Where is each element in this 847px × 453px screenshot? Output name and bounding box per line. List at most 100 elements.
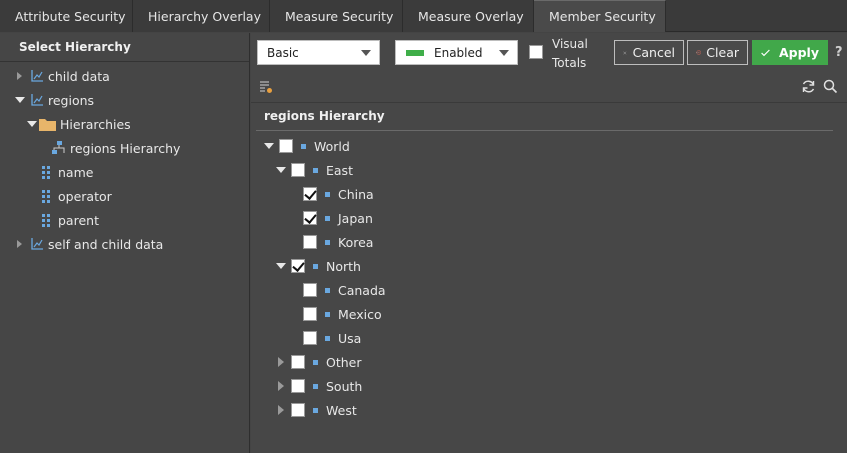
level-icon bbox=[42, 214, 50, 227]
state-select[interactable]: Enabled bbox=[395, 40, 518, 65]
chevron-down-icon[interactable] bbox=[264, 141, 274, 151]
folder-icon bbox=[39, 119, 56, 131]
tree-item-label: parent bbox=[58, 212, 99, 228]
tab-label: Member Security bbox=[549, 9, 656, 24]
hierarchy-icon bbox=[52, 141, 65, 154]
member-icon bbox=[313, 263, 318, 269]
tree-item-label: name bbox=[58, 164, 94, 180]
member-row-korea[interactable]: Korea bbox=[303, 230, 373, 254]
member-checkbox[interactable] bbox=[303, 331, 317, 345]
tree-item-label: self and child data bbox=[48, 236, 164, 252]
divider bbox=[256, 130, 833, 131]
chevron-right-icon[interactable] bbox=[276, 357, 286, 367]
member-row-west[interactable]: West bbox=[276, 398, 357, 422]
mode-select[interactable]: Basic bbox=[257, 40, 380, 65]
member-checkbox-checked[interactable] bbox=[291, 259, 305, 273]
clear-icon bbox=[696, 50, 702, 55]
visual-totals-checkbox[interactable] bbox=[529, 45, 543, 59]
tree-item-name[interactable]: name bbox=[40, 160, 93, 184]
tab-hierarchy-overlay[interactable]: Hierarchy Overlay bbox=[133, 0, 270, 32]
chevron-down-icon[interactable] bbox=[276, 261, 286, 271]
tree-item-regions[interactable]: regions bbox=[14, 88, 94, 112]
member-row-south[interactable]: South bbox=[276, 374, 362, 398]
apply-button[interactable]: Apply bbox=[752, 40, 828, 65]
member-row-other[interactable]: Other bbox=[276, 350, 362, 374]
chevron-down-icon[interactable] bbox=[276, 165, 286, 175]
tree-item-regions-hierarchy[interactable]: regions Hierarchy bbox=[52, 136, 180, 160]
tab-label: Measure Security bbox=[285, 8, 394, 24]
level-icon bbox=[42, 166, 50, 179]
cancel-button[interactable]: Cancel bbox=[614, 40, 684, 65]
tree-item-label: operator bbox=[58, 188, 112, 204]
visual-totals-label: Visual Totals bbox=[552, 35, 588, 73]
checkmark-icon bbox=[761, 49, 770, 56]
chevron-right-icon[interactable] bbox=[14, 70, 26, 82]
member-label: Other bbox=[326, 354, 362, 370]
cancel-label: Cancel bbox=[632, 45, 675, 60]
help-button[interactable]: ? bbox=[835, 45, 843, 60]
member-checkbox[interactable] bbox=[303, 235, 317, 249]
member-checkbox[interactable] bbox=[291, 403, 305, 417]
chevron-down-icon[interactable] bbox=[14, 94, 26, 106]
dimension-icon bbox=[31, 70, 43, 82]
clear-button[interactable]: Clear bbox=[687, 40, 748, 65]
tab-member-security[interactable]: Member Security bbox=[534, 0, 666, 32]
member-checkbox[interactable] bbox=[291, 379, 305, 393]
member-checkbox-checked[interactable] bbox=[303, 211, 317, 225]
state-select-value: Enabled bbox=[434, 45, 483, 60]
chevron-right-icon[interactable] bbox=[14, 238, 26, 250]
tab-bar: Attribute Security Hierarchy Overlay Mea… bbox=[0, 0, 847, 32]
member-icon bbox=[313, 407, 318, 413]
member-row-usa[interactable]: Usa bbox=[303, 326, 361, 350]
tree-item-label: Hierarchies bbox=[60, 116, 131, 132]
member-checkbox[interactable] bbox=[303, 307, 317, 321]
member-row-japan[interactable]: Japan bbox=[303, 206, 373, 230]
member-row-canada[interactable]: Canada bbox=[303, 278, 386, 302]
enabled-status-swatch bbox=[406, 49, 424, 56]
tree-item-self-and-child-data[interactable]: self and child data bbox=[14, 232, 163, 256]
member-icon bbox=[325, 239, 330, 245]
member-label: East bbox=[326, 162, 353, 178]
member-label: West bbox=[326, 402, 357, 418]
tab-measure-security[interactable]: Measure Security bbox=[270, 0, 403, 32]
search-icon[interactable] bbox=[823, 79, 838, 94]
tree-item-operator[interactable]: operator bbox=[40, 184, 112, 208]
chevron-down-icon[interactable] bbox=[26, 118, 38, 130]
refresh-icon[interactable] bbox=[801, 79, 816, 94]
member-settings-icon[interactable] bbox=[259, 80, 273, 94]
member-row-mexico[interactable]: Mexico bbox=[303, 302, 382, 326]
member-checkbox[interactable] bbox=[279, 139, 293, 153]
hierarchy-selector-panel: Select Hierarchy child data regions Hier… bbox=[0, 33, 250, 453]
member-icon bbox=[325, 215, 330, 221]
member-label: North bbox=[326, 258, 361, 274]
chevron-right-icon[interactable] bbox=[276, 405, 286, 415]
tab-label: Measure Overlay bbox=[418, 8, 524, 24]
dropdown-arrow-icon bbox=[361, 50, 371, 56]
close-icon bbox=[623, 51, 627, 54]
member-row-world[interactable]: World bbox=[264, 134, 350, 158]
member-row-north[interactable]: North bbox=[276, 254, 361, 278]
chevron-right-icon[interactable] bbox=[276, 381, 286, 391]
apply-label: Apply bbox=[778, 45, 819, 60]
member-label: Japan bbox=[338, 210, 373, 226]
member-row-china[interactable]: China bbox=[303, 182, 374, 206]
tab-attribute-security[interactable]: Attribute Security bbox=[0, 0, 133, 32]
dimension-icon bbox=[31, 238, 43, 250]
tree-item-parent[interactable]: parent bbox=[40, 208, 99, 232]
member-icon bbox=[301, 143, 306, 149]
tree-item-hierarchies[interactable]: Hierarchies bbox=[26, 112, 131, 136]
member-icon bbox=[325, 287, 330, 293]
member-checkbox-checked[interactable] bbox=[303, 187, 317, 201]
member-label: Usa bbox=[338, 330, 362, 346]
tree-item-label: child data bbox=[48, 68, 110, 84]
member-checkbox[interactable] bbox=[291, 355, 305, 369]
member-checkbox[interactable] bbox=[291, 163, 305, 177]
dropdown-arrow-icon bbox=[499, 50, 509, 56]
member-icon bbox=[325, 191, 330, 197]
tab-label: Attribute Security bbox=[15, 8, 126, 24]
tab-measure-overlay[interactable]: Measure Overlay bbox=[403, 0, 534, 32]
member-row-east[interactable]: East bbox=[276, 158, 353, 182]
hierarchy-title: regions Hierarchy bbox=[264, 109, 385, 123]
tree-item-child-data[interactable]: child data bbox=[14, 64, 110, 88]
member-checkbox[interactable] bbox=[303, 283, 317, 297]
